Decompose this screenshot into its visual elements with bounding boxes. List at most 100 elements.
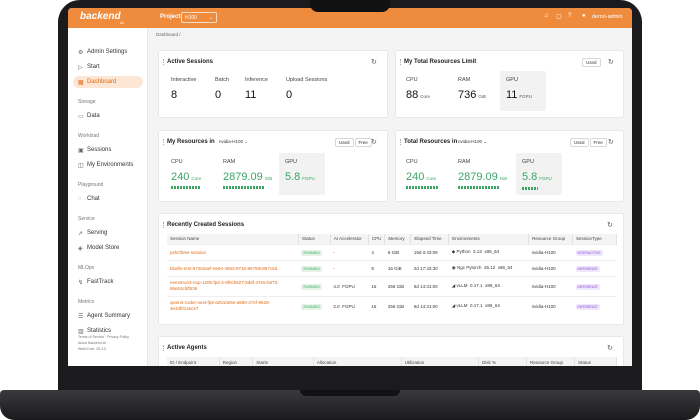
dashboard-icon: ▦ (78, 80, 84, 86)
environment-cell: ◉ Ngc Pytorch 25.12 x86_64 (448, 259, 529, 276)
free-pill[interactable]: Free (354, 138, 372, 147)
play-icon: ▷ (78, 65, 83, 71)
type-cell: INFERENCE (572, 259, 617, 276)
sidebar-item-dashboard[interactable]: ▦ Dashboard (73, 76, 143, 88)
refresh-icon[interactable]: ↻ (607, 221, 613, 229)
column-header[interactable]: Utilization (401, 357, 479, 366)
sidebar-item-chat[interactable]: ◌ Chat (73, 193, 143, 205)
table-row[interactable]: pshOfeke-session RUNNING - 4 6 GiB 19d 0… (167, 243, 617, 260)
column-header[interactable]: Allocation (313, 357, 402, 366)
ram-value: 2879.09 GiB (458, 171, 507, 183)
accel-value: 4.0 (333, 283, 340, 289)
help-icon[interactable]: ? (568, 13, 571, 19)
sidebar-item-data[interactable]: ▭ Data (73, 110, 143, 122)
table-row[interactable]: bbafm-test-57262aef-0e94-4653-9716-86780… (167, 259, 617, 276)
column-header[interactable]: Disk % (478, 357, 528, 366)
cpu-cell: 16 (368, 295, 385, 316)
table-row[interactable]: nemotron3-nup-120b-fp4-2-9f0cb927-5d8f-4… (167, 275, 617, 296)
accel-value: 2.0 (333, 303, 340, 309)
ram-label: RAM (458, 159, 471, 165)
environment-cell: ◢ vLLM 0.17.1 x86_64 (448, 275, 529, 296)
memory-cell: 256 GiB (384, 275, 411, 296)
bell-icon[interactable]: ♫ (544, 13, 549, 19)
column-header[interactable]: Region (219, 357, 254, 366)
rocket-icon: ➚ (78, 231, 84, 237)
refresh-icon[interactable]: ↻ (371, 138, 377, 146)
ram-number: 2879.09 (223, 171, 263, 183)
type-cell: INFERENCE (572, 275, 617, 296)
table-row[interactable]: qwen3-coder-next-fp8-a2510e5e-a589-47ef-… (167, 295, 617, 316)
column-header[interactable]: Memory (384, 234, 412, 244)
env-name: vLLM (456, 303, 468, 309)
refresh-icon[interactable]: ↻ (608, 138, 614, 146)
column-header[interactable]: Resource Group (526, 357, 576, 366)
sidebar-item-agent-summary[interactable]: ☰ Agent Summary (73, 310, 143, 322)
elapsed-cell: 6d 14:31:00 (410, 275, 449, 296)
app-logo[interactable]: backend (80, 11, 121, 22)
accel-unit: FGPU (342, 303, 355, 309)
used-free-toggle[interactable]: Used Free (570, 138, 608, 147)
column-header[interactable]: Status (298, 234, 331, 244)
used-pill[interactable]: Used (582, 58, 601, 67)
ram-value: 736 GiB (458, 89, 486, 101)
sidebar-item-label: Sessions (87, 147, 112, 153)
project-selector[interactable]: H100 ⌄ (181, 12, 217, 23)
ram-label: RAM (223, 159, 236, 165)
column-header[interactable]: Starts (252, 357, 314, 366)
chevron-down-icon: ⌄ (208, 15, 213, 21)
sidebar-group-workload: Workload (78, 133, 100, 139)
cpu-label: CPU (171, 159, 183, 165)
column-header[interactable]: ID / Endpoint (167, 357, 220, 366)
column-header[interactable]: AI Accelerator (330, 234, 369, 244)
agent-icon: ☰ (78, 314, 84, 320)
resource-group-selector[interactable]: nvidia-H100 ⌄ (219, 139, 248, 145)
gpu-unit: FGPU (539, 176, 552, 181)
elapsed-cell: 6d 14:31:00 (410, 295, 449, 316)
column-header[interactable]: Status (574, 357, 617, 366)
used-pill[interactable]: Used (335, 138, 354, 147)
sidebar-item-fasttrack[interactable]: ↯ FastTrack (73, 276, 143, 288)
column-header[interactable]: CPU (368, 234, 386, 244)
breadcrumb[interactable]: Dashboard / (156, 32, 181, 37)
column-header[interactable]: Environments (448, 234, 530, 244)
user-icon[interactable]: ● (582, 13, 586, 19)
sidebar-item-label: My Environments (87, 162, 134, 168)
sidebar-item-my-environments[interactable]: ◫ My Environments (73, 159, 143, 171)
used-toggle[interactable]: Used (582, 58, 602, 67)
refresh-icon[interactable]: ↻ (607, 344, 613, 352)
session-name[interactable]: nemotron3-nup-120b-fp4-2-9f0cb927-5d8f-4… (167, 275, 299, 296)
cpu-number: 240 (171, 171, 190, 183)
refresh-icon[interactable]: ↻ (608, 58, 614, 66)
refresh-icon[interactable]: ↻ (371, 58, 377, 66)
session-name[interactable]: bbafm-test-57262aef-0e94-4653-9716-86780… (167, 259, 299, 276)
info-icon[interactable]: ▢ (556, 13, 562, 20)
column-header[interactable]: Elapsed Time (410, 234, 450, 244)
resource-group-selector[interactable]: nvidia-H100 ⌄ (458, 139, 487, 145)
column-header[interactable]: Session Name (167, 234, 299, 244)
session-type-badge: INTERACTIVE (575, 249, 603, 256)
used-free-toggle[interactable]: Used Free (335, 138, 373, 147)
sidebar-item-admin-settings[interactable]: ⚙ Admin Settings (73, 46, 143, 58)
session-name[interactable]: qwen3-coder-next-fp8-a2510e5e-a589-47ef-… (167, 295, 299, 316)
sidebar-item-serving[interactable]: ➚ Serving (73, 227, 143, 239)
env-name: Python (456, 249, 471, 254)
cpu-cell: 16 (368, 275, 385, 296)
gpu-number: 5.8 (285, 171, 301, 183)
elapsed-cell: 2d 17:43:30 (410, 259, 449, 276)
free-pill[interactable]: Free (589, 138, 607, 147)
cpu-cell: 8 (368, 259, 385, 276)
sidebar-item-model-store[interactable]: ◈ Model Store (73, 242, 143, 254)
sidebar-item-start[interactable]: ▷ Start (73, 61, 143, 73)
sidebar-item-sessions[interactable]: ▣ Sessions (73, 144, 143, 156)
memory-cell: 256 GiB (384, 295, 411, 316)
column-header[interactable]: Resource Group (528, 234, 574, 244)
env-arch: x86_64 (497, 265, 513, 270)
cpu-number: 88 (406, 89, 419, 101)
session-name[interactable]: pshOfeke-session (167, 243, 299, 260)
used-pill[interactable]: Used (570, 138, 589, 147)
column-header[interactable]: SessionType (572, 234, 617, 244)
gpu-unit: FGPU (519, 94, 532, 99)
user-name[interactable]: demo-admin (592, 14, 623, 20)
stat-value-interactive: 8 (171, 89, 178, 101)
stat-value-upload: 0 (286, 89, 293, 101)
